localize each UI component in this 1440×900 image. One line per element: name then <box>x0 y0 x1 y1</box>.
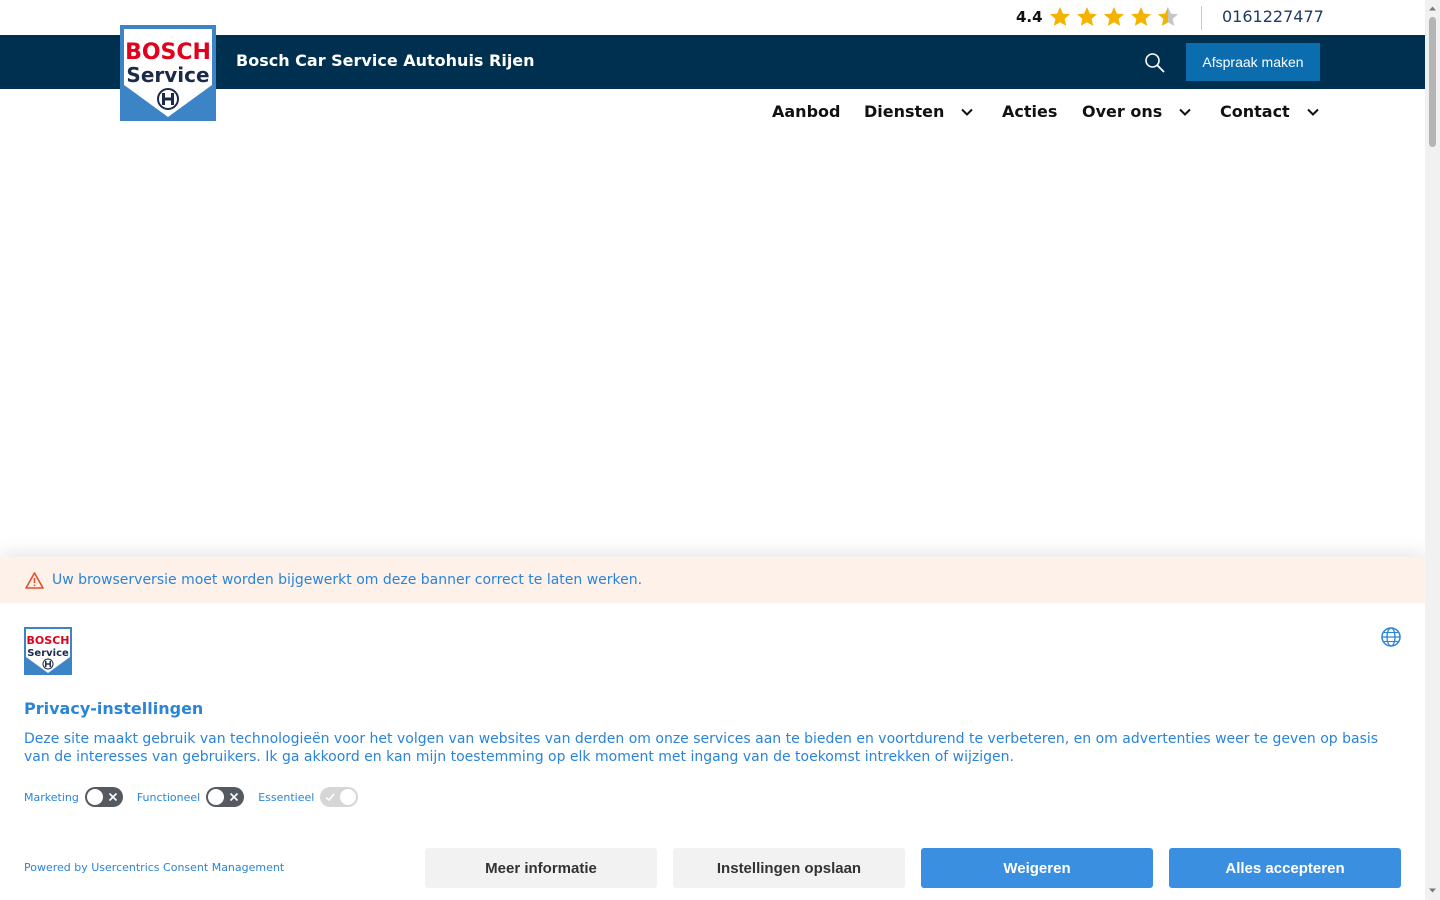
language-globe-icon[interactable] <box>1380 626 1402 648</box>
nav-item-label: Over ons <box>1082 102 1163 121</box>
powered-by-link[interactable]: Powered by Usercentrics Consent Manageme… <box>24 861 284 874</box>
nav-item-label: Acties <box>1002 102 1058 121</box>
close-icon <box>108 792 117 802</box>
logo-bosch-text: BOSCH <box>125 40 211 65</box>
chevron-down-icon <box>1179 108 1191 116</box>
bosch-service-logo[interactable]: BOSCH Service <box>120 25 216 121</box>
nav-item-label: Contact <box>1220 102 1290 121</box>
check-icon <box>325 793 335 802</box>
half-star-icon <box>1158 7 1178 26</box>
consent-description: Deze site maakt gebruik van technologieë… <box>24 731 1379 765</box>
toggle-knob <box>86 789 103 805</box>
nav-item-aanbod[interactable]: Aanbod <box>772 102 840 121</box>
logo-graphic: BOSCH Service <box>120 25 216 121</box>
book-appointment-button[interactable]: Afspraak maken <box>1186 43 1320 81</box>
chevron-down-icon <box>1306 108 1319 116</box>
nav-item-label: Aanbod <box>772 102 841 121</box>
toggle-label-essentieel: Essentieel <box>258 790 315 804</box>
browser-warning: Uw browserversie moet worden bijgewerkt … <box>0 557 1425 603</box>
marketing-toggle[interactable] <box>84 787 123 807</box>
consent-logo: BOSCH Service <box>24 627 72 675</box>
essentieel-toggle <box>320 787 359 807</box>
accept-all-button[interactable]: Alles accepteren <box>1169 848 1401 888</box>
nav-item-acties[interactable]: Acties <box>1002 102 1057 121</box>
phone-link[interactable]: 0161227477 <box>1222 7 1324 26</box>
topbar-divider <box>1201 6 1202 30</box>
logo-service-text: Service <box>126 63 209 87</box>
star-icon <box>1077 7 1097 26</box>
toggle-label-marketing: Marketing <box>24 790 79 804</box>
save-settings-button[interactable]: Instellingen opslaan <box>673 848 905 888</box>
functioneel-toggle[interactable] <box>206 787 245 807</box>
toggle-knob <box>340 789 357 805</box>
consent-banner: Uw browserversie moet worden bijgewerkt … <box>0 557 1425 900</box>
rating-value: 4.4 <box>1016 8 1043 26</box>
nav-item-over-ons[interactable]: Over ons <box>1082 102 1192 121</box>
site-title[interactable]: Bosch Car Service Autohuis Rijen <box>236 51 535 70</box>
consent-logo-service-text: Service <box>27 648 69 659</box>
toggle-knob <box>208 789 225 805</box>
nav-item-contact[interactable]: Contact <box>1220 102 1320 121</box>
page: 4.4 0161227477 BOSCH Service Bosch Car S… <box>0 0 1440 900</box>
star-icon <box>1131 7 1151 26</box>
nav-item-diensten[interactable]: Diensten <box>864 102 974 121</box>
toggle-label-functioneel: Functioneel <box>136 790 201 804</box>
warning-icon <box>25 572 44 589</box>
consent-toggles: Marketing Functioneel Essentieel <box>24 787 372 807</box>
consent-logo-bosch-text: BOSCH <box>27 634 70 647</box>
search-icon[interactable] <box>1143 51 1167 75</box>
page-scrollbar[interactable] <box>1425 0 1440 900</box>
chevron-down-icon <box>961 108 974 116</box>
nav-item-label: Diensten <box>864 102 945 121</box>
scrollbar-thumb[interactable] <box>1429 17 1436 147</box>
browser-warning-text: Uw browserversie moet worden bijgewerkt … <box>52 572 643 588</box>
scroll-down-arrow-icon[interactable] <box>1428 886 1437 895</box>
rating-stars <box>1048 5 1180 29</box>
close-icon <box>230 792 239 802</box>
star-icon <box>1050 7 1070 26</box>
consent-title: Privacy-instellingen <box>24 699 204 718</box>
star-icon <box>1104 7 1124 26</box>
deny-button[interactable]: Weigeren <box>921 848 1153 888</box>
more-info-button[interactable]: Meer informatie <box>425 848 657 888</box>
scroll-up-arrow-icon[interactable] <box>1428 4 1437 13</box>
